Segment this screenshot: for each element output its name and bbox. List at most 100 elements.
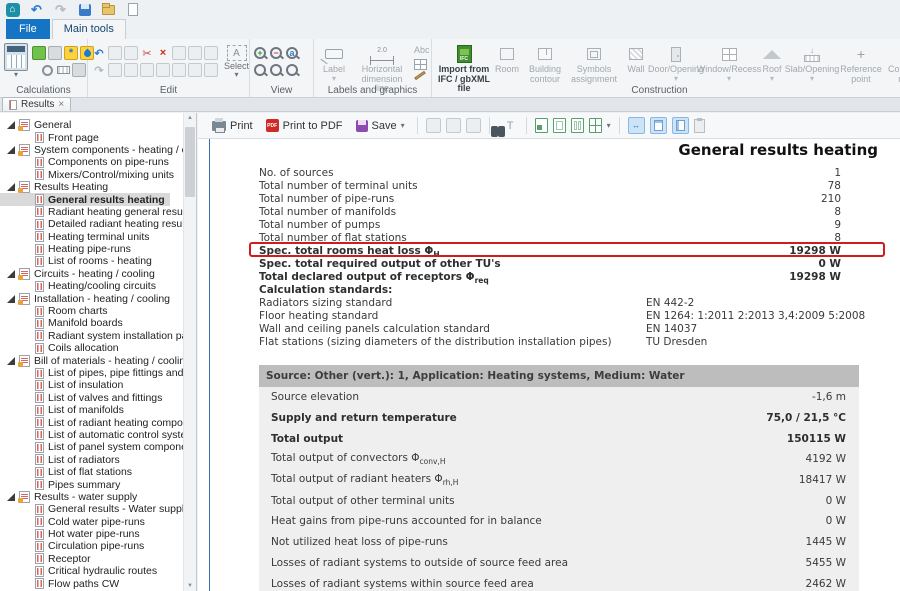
report-item-icon — [35, 429, 44, 441]
tree-item[interactable]: Results - water supply — [0, 490, 142, 503]
tree-item[interactable]: System components - heating / cooling — [0, 143, 196, 156]
tree-item[interactable]: Heating/cooling circuits — [0, 280, 161, 292]
tree-item[interactable]: Flow paths CW — [0, 577, 124, 590]
expander-icon[interactable] — [7, 356, 15, 365]
pan-icon[interactable] — [254, 64, 266, 76]
tree-item[interactable]: Front page — [0, 131, 104, 144]
save-dropdown-icon[interactable]: ▾ — [401, 121, 405, 130]
zoom-window-icon[interactable] — [270, 64, 282, 76]
tree-item[interactable]: General results - Water supply — [0, 503, 194, 515]
panel-sizing-icon[interactable] — [72, 63, 86, 77]
tree-item[interactable]: Coils allocation — [0, 342, 124, 354]
open-icon[interactable] — [101, 2, 116, 17]
tree-scrollbar[interactable]: ▲ ▼ — [183, 113, 196, 591]
tree-item[interactable]: List of valves and fittings — [0, 392, 167, 404]
cooling-calculation-icon[interactable]: * — [64, 46, 78, 60]
tree-item[interactable]: Radiant system installation parameters — [0, 330, 196, 342]
tree-item[interactable]: Pipes summary — [0, 478, 125, 491]
tab-main-tools[interactable]: Main tools — [51, 19, 126, 39]
multi-page-view-icon[interactable] — [588, 118, 602, 133]
expander-icon[interactable] — [7, 294, 15, 303]
scrollbar-thumb[interactable] — [185, 127, 195, 197]
tree-item[interactable]: List of automatic control system compone… — [0, 429, 196, 441]
tree-item[interactable]: Cold water pipe-runs — [0, 516, 150, 528]
tree-item[interactable]: List of radiators — [0, 454, 125, 466]
tree-item[interactable]: List of manifolds — [0, 404, 129, 416]
heating-calculation-icon[interactable] — [32, 46, 46, 60]
room-icon — [500, 48, 514, 60]
new-file-icon[interactable] — [125, 2, 140, 17]
tree-item[interactable]: Detailed radiant heating results — [0, 218, 196, 230]
zoom-previous-icon[interactable] — [286, 64, 298, 76]
tree-item[interactable]: Results Heating — [0, 181, 113, 194]
report-page: General results heating No. of sources 1… — [198, 139, 900, 591]
pump-sizing-icon[interactable] — [40, 63, 54, 77]
page-view-dropdown-icon[interactable]: ▾ — [607, 121, 611, 130]
tree-item[interactable]: List of panel system components — [0, 441, 196, 453]
thumbnails-view-icon[interactable] — [534, 118, 548, 133]
fit-width-icon[interactable]: ↔ — [627, 117, 645, 134]
undo-edit-icon[interactable]: ↶ — [92, 46, 106, 60]
tree-item[interactable]: List of insulation — [0, 379, 128, 391]
report-value: 210 — [820, 193, 841, 205]
tree-item[interactable]: Receptor — [0, 553, 96, 565]
tree-item[interactable]: Installation - heating / cooling — [0, 292, 175, 305]
report-value: 8 — [834, 232, 841, 244]
save-report-button[interactable]: Save ▾ — [352, 118, 409, 134]
tree-item[interactable]: Heating terminal units — [0, 231, 155, 243]
report-item-icon — [18, 119, 30, 132]
tree-item[interactable]: General results heating — [0, 193, 170, 206]
select-button[interactable]: A Select ▾ — [224, 43, 249, 79]
app-logo-icon[interactable]: ⌂ — [5, 2, 20, 17]
expander-icon[interactable] — [7, 183, 15, 192]
tree-item[interactable]: Critical hydraulic routes — [0, 565, 162, 577]
expander-icon[interactable] — [7, 269, 15, 278]
tree-item[interactable]: Radiant heating general results — [0, 206, 196, 218]
expander-icon[interactable] — [7, 121, 15, 130]
outline-view-icon[interactable] — [671, 117, 689, 134]
close-tab-icon[interactable]: × — [58, 99, 64, 110]
tree-item[interactable]: List of radiant heating components — [0, 416, 196, 429]
source-section-header: Source: Other (vert.): 1, Application: H… — [259, 365, 859, 387]
zoom-in-icon[interactable]: + — [254, 47, 266, 59]
cut-icon[interactable]: ✂ — [140, 46, 154, 60]
tree-item[interactable]: Hot water pipe-runs — [0, 528, 145, 540]
report-row: Total number of flat stations 8 — [259, 232, 841, 244]
calculations-dropdown-icon[interactable]: ▾ — [14, 71, 18, 79]
tree-item[interactable]: Mixers/Control/mixing units — [0, 169, 179, 181]
doc-tab-results[interactable]: Results × — [2, 97, 72, 111]
building-calculation-icon[interactable] — [48, 46, 62, 60]
tree-item[interactable]: General — [0, 119, 76, 132]
zoom-out-icon[interactable]: − — [270, 47, 282, 59]
single-page-view-icon[interactable] — [552, 118, 566, 133]
two-page-view-icon[interactable] — [570, 118, 584, 133]
expander-icon[interactable] — [7, 492, 15, 501]
save-icon[interactable] — [77, 2, 92, 17]
report-value: EN 1264: 1:2011 2:2013 3,4:2009 5:2008 — [646, 310, 866, 322]
print-button[interactable]: Print — [208, 117, 257, 134]
select-dropdown-icon[interactable]: ▾ — [235, 71, 239, 79]
calculation-button[interactable]: ▾ — [4, 43, 28, 79]
delete-icon[interactable]: × — [156, 46, 170, 60]
zoom-all-icon[interactable]: a — [286, 47, 298, 59]
report-tree-panel: General Front page System components - h… — [0, 113, 197, 591]
expander-icon[interactable] — [7, 145, 15, 154]
scroll-down-icon[interactable]: ▼ — [184, 583, 196, 589]
tree-item[interactable]: List of pipes, pipe fittings and couplin… — [0, 367, 196, 379]
radiator-sizing-icon[interactable] — [56, 63, 70, 77]
tab-file[interactable]: File — [6, 19, 50, 39]
scroll-up-icon[interactable]: ▲ — [184, 115, 196, 121]
tree-item[interactable]: Components on pipe-runs — [0, 156, 174, 168]
tree-item[interactable]: Manifold boards — [0, 317, 128, 329]
tree-item[interactable]: Circuits - heating / cooling — [0, 267, 160, 280]
continuous-view-icon[interactable] — [649, 117, 667, 134]
tree-item[interactable]: List of flat stations — [0, 466, 137, 478]
tree-item[interactable]: Circulation pipe-runs — [0, 540, 149, 552]
print-to-pdf-button[interactable]: PDF Print to PDF — [262, 117, 347, 134]
tree-item[interactable]: Heating pipe-runs — [0, 243, 136, 255]
tree-item[interactable]: Room charts — [0, 305, 113, 317]
node-icon — [124, 63, 138, 77]
tree-item[interactable]: List of rooms - heating — [0, 255, 157, 267]
tree-item[interactable]: Bill of materials - heating / cooling — [0, 354, 196, 367]
undo-icon[interactable]: ↶ — [29, 2, 44, 17]
